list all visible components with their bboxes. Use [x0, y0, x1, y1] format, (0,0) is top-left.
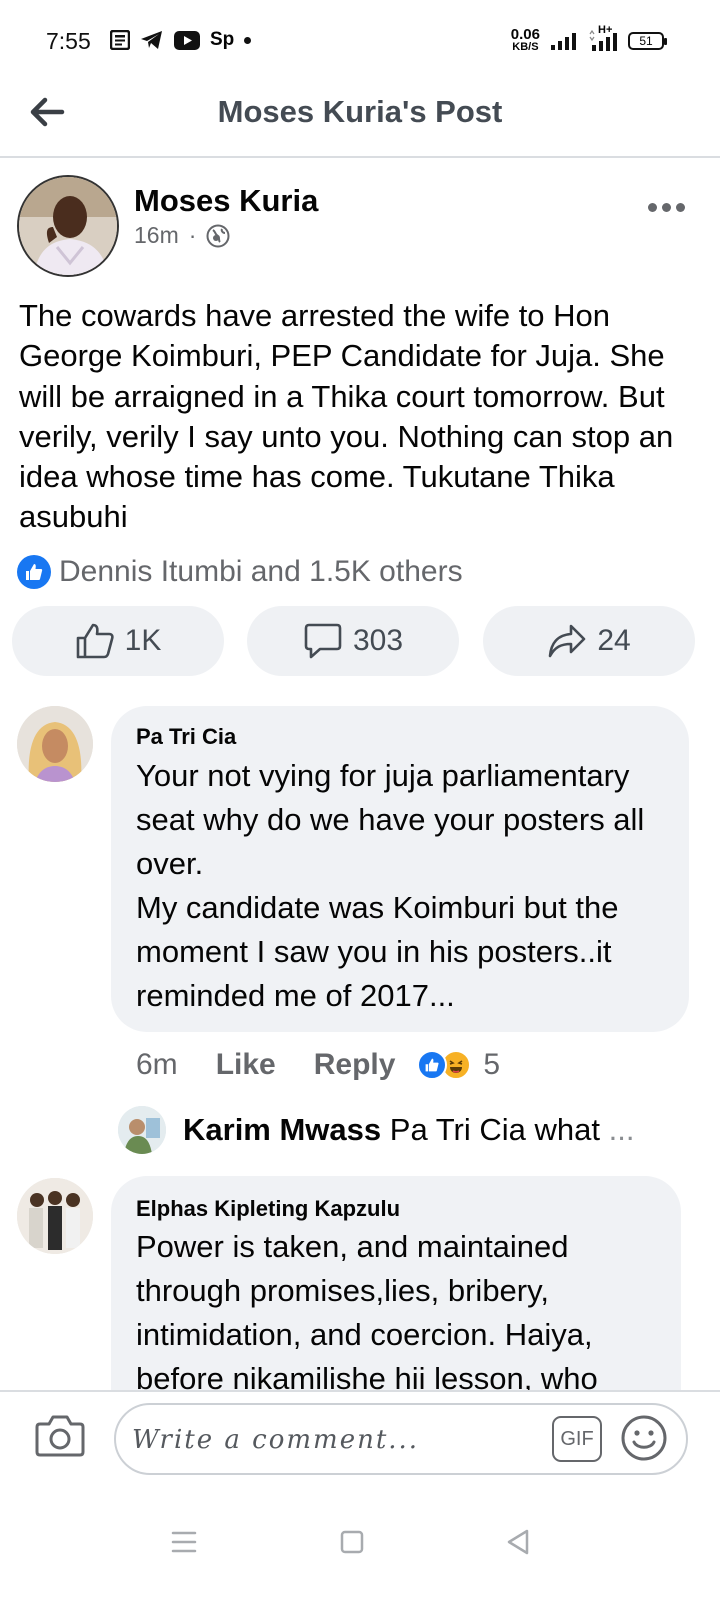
reply-author: Karim Mwass	[183, 1112, 382, 1147]
reply-avatar[interactable]	[118, 1106, 166, 1154]
post-meta: 16m ·	[134, 222, 230, 249]
comment-time: 6m	[136, 1048, 178, 1081]
network-speed-unit: KB/S	[512, 41, 539, 53]
nav-home-button[interactable]	[332, 1522, 372, 1562]
camera-icon	[35, 1415, 85, 1457]
youtube-icon	[174, 29, 200, 51]
post-author-name[interactable]: Moses Kuria	[134, 183, 318, 219]
post-more-options-button[interactable]	[640, 192, 692, 222]
like-count: 1K	[124, 624, 162, 657]
status-bar: 7:55 Sp 0.06 KB/S H+ 51	[0, 0, 720, 82]
status-notification-icons: Sp	[110, 29, 252, 51]
comment-input-placeholder: Write a comment...	[132, 1425, 420, 1455]
more-dot-icon	[661, 202, 671, 212]
reply-text: Pa Tri Cia what	[389, 1112, 600, 1147]
more-dot-icon	[675, 202, 685, 212]
reactions-summary-text: Dennis Itumbi and 1.5K others	[59, 555, 463, 588]
commenter-avatar[interactable]	[17, 1178, 93, 1254]
avatar-photo	[118, 1106, 166, 1154]
share-arrow-icon	[549, 624, 586, 658]
comment-reaction-count: 5	[483, 1048, 501, 1081]
comment-reactions[interactable]: 5	[417, 1048, 500, 1082]
app-header: Moses Kuria's Post	[0, 82, 720, 158]
meta-separator: ·	[188, 222, 197, 248]
avatar-photo	[19, 177, 117, 275]
share-count: 24	[597, 624, 631, 657]
mobile-data-icon: H+	[588, 24, 618, 52]
system-nav-bar	[0, 1486, 720, 1600]
avatar-photo	[17, 1178, 93, 1254]
nav-back-button[interactable]	[498, 1522, 538, 1562]
emoji-button[interactable]	[620, 1414, 668, 1462]
more-dot-icon	[647, 202, 657, 212]
commenter-name[interactable]: Pa Tri Cia	[136, 724, 236, 750]
globe-icon	[206, 224, 230, 247]
reactions-summary[interactable]: Dennis Itumbi and 1.5K others	[17, 555, 463, 589]
home-square-icon	[340, 1530, 364, 1554]
page-title: Moses Kuria's Post	[217, 94, 503, 129]
reply-preview[interactable]: Karim Mwass Pa Tri Cia what ...	[183, 1112, 634, 1148]
commenter-avatar[interactable]	[17, 706, 93, 782]
like-reaction-icon	[417, 1050, 448, 1080]
comment-text: Your not vying for juja parliamentary se…	[136, 758, 645, 1013]
like-button[interactable]: 1K	[12, 606, 224, 676]
menu-icon	[171, 1531, 197, 1553]
comment-bubble-icon	[304, 623, 342, 659]
signal-icon	[550, 30, 578, 52]
app-notification-label: Sp	[210, 29, 235, 50]
post-text: The cowards have arrested the wife to Ho…	[19, 298, 674, 535]
thumbs-up-icon	[76, 623, 114, 659]
comment-count: 303	[352, 624, 404, 657]
status-time: 7:55	[46, 28, 91, 54]
back-triangle-icon	[507, 1529, 529, 1555]
comment-actions: 6m Like Reply 5	[136, 1048, 500, 1082]
nav-menu-button[interactable]	[164, 1522, 204, 1562]
battery-icon: 51	[628, 31, 667, 50]
comment-input[interactable]: Write a comment... GIF	[114, 1403, 688, 1475]
network-type: H+	[598, 23, 613, 36]
share-button[interactable]: 24	[483, 606, 695, 676]
telegram-icon	[140, 29, 164, 51]
avatar-photo	[17, 706, 93, 782]
battery-level: 51	[639, 33, 653, 48]
comment-text: Power is taken, and maintained through p…	[136, 1229, 598, 1396]
network-speed-value: 0.06	[510, 26, 540, 43]
like-reaction-icon	[17, 555, 51, 589]
reply-ellipsis: ...	[608, 1112, 635, 1147]
gif-button[interactable]: GIF	[552, 1416, 602, 1462]
post-author-avatar[interactable]	[17, 175, 119, 277]
more-notifications-dot	[244, 36, 252, 44]
post-time: 16m	[134, 222, 179, 248]
network-speed: 0.06 KB/S	[510, 26, 540, 53]
news-app-icon	[110, 29, 130, 51]
commenter-name[interactable]: Elphas Kipleting Kapzulu	[136, 1196, 400, 1222]
comment-reply-button[interactable]: Reply	[314, 1048, 396, 1082]
comment-like-button[interactable]: Like	[216, 1048, 276, 1082]
emoji-smiley-icon	[621, 1415, 667, 1461]
comment-button[interactable]: 303	[247, 606, 459, 676]
status-system-icons: 0.06 KB/S H+ 51	[510, 24, 667, 53]
comment-composer: Write a comment... GIF	[0, 1390, 720, 1486]
camera-button[interactable]	[34, 1412, 86, 1460]
